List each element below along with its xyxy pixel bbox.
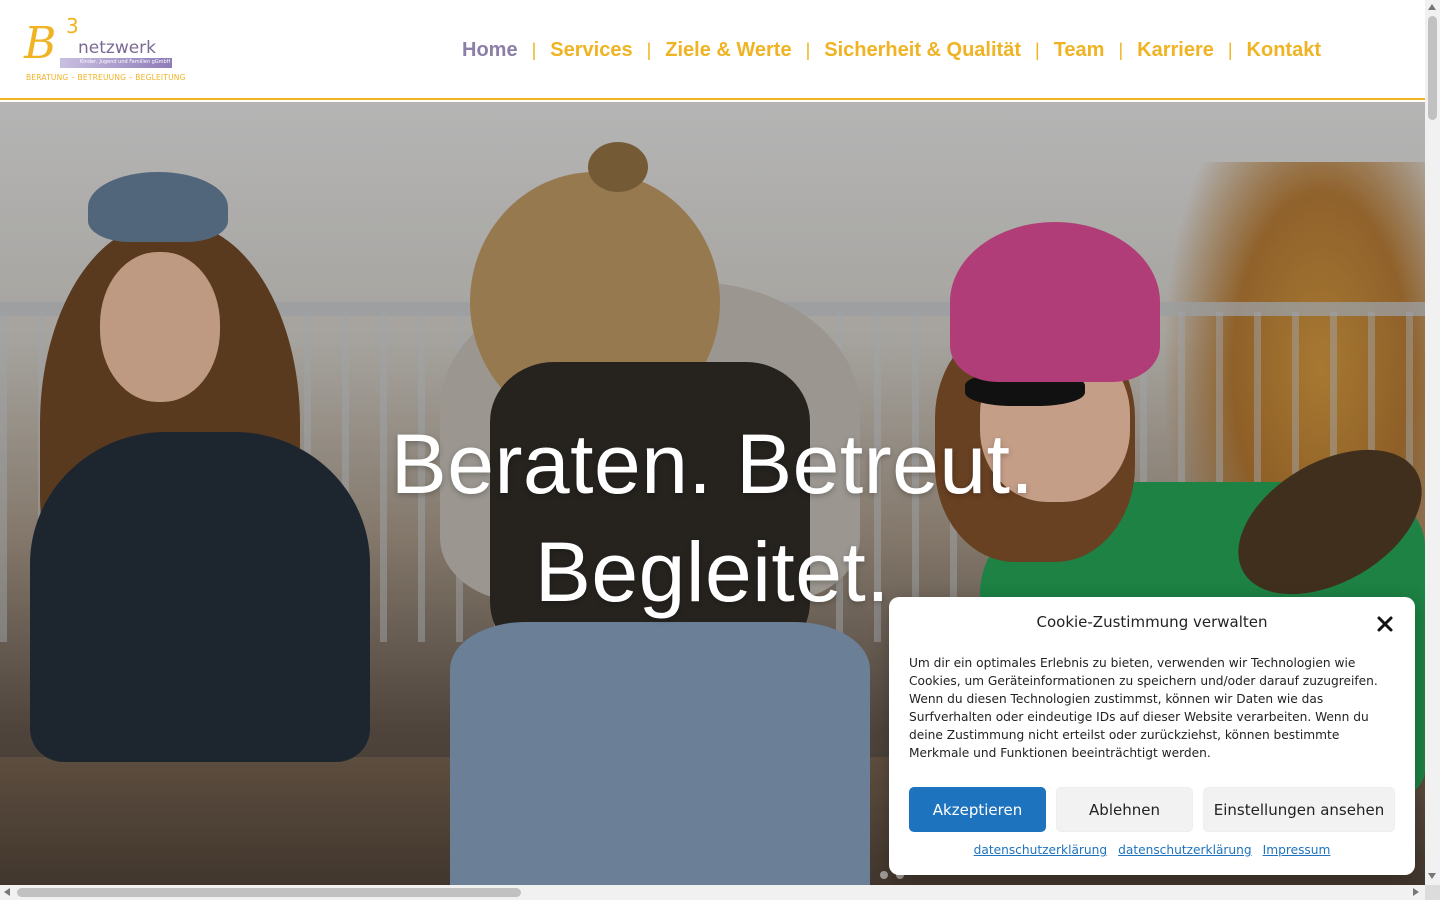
logo-tagline: BERATUNG – BETREUUNG – BEGLEITUNG [26, 73, 186, 82]
privacy-policy-link[interactable]: datenschutzerklärung [974, 843, 1108, 857]
vertical-scrollbar[interactable] [1425, 0, 1440, 885]
logo-letter: B [24, 18, 57, 69]
nav-separator: | [531, 39, 537, 60]
main-nav: Home | Services | Ziele & Werte | Sicher… [452, 36, 1331, 64]
nav-separator: | [1118, 39, 1124, 60]
deny-button[interactable]: Ablehnen [1056, 787, 1193, 832]
slider-dot[interactable] [880, 871, 888, 879]
nav-item-kontakt[interactable]: Kontakt [1237, 39, 1331, 62]
nav-item-sicherheit-qualitaet[interactable]: Sicherheit & Qualität [814, 39, 1031, 62]
vertical-scrollbar-thumb[interactable] [1428, 16, 1437, 120]
scroll-left-arrow-icon[interactable] [4, 888, 10, 896]
scroll-right-arrow-icon[interactable] [1413, 888, 1419, 896]
hero-title-line-1: Beraten. Betreut. [390, 417, 1035, 511]
nav-item-karriere[interactable]: Karriere [1127, 39, 1224, 62]
nav-separator: | [1227, 39, 1233, 60]
nav-item-home[interactable]: Home [452, 39, 528, 62]
scroll-down-arrow-icon[interactable] [1428, 873, 1436, 879]
logo-superscript: 3 [66, 14, 79, 38]
cookie-dialog-title: Cookie-Zustimmung verwalten [1036, 613, 1268, 631]
logo-word: netzwerk [78, 38, 157, 58]
hero-title: Beraten. Betreut. Begleitet. [0, 410, 1425, 626]
view-settings-button[interactable]: Einstellungen ansehen [1203, 787, 1395, 832]
nav-separator: | [1035, 39, 1040, 60]
logo-subline: Kinder, Jugend und Familien gGmbH [80, 59, 171, 65]
scrollbar-corner [1425, 885, 1440, 900]
accept-button[interactable]: Akzeptieren [909, 787, 1046, 832]
nav-item-team[interactable]: Team [1044, 39, 1115, 62]
scroll-up-arrow-icon[interactable] [1428, 4, 1436, 10]
cookie-consent-dialog: Cookie-Zustimmung verwalten Um dir ein o… [889, 597, 1415, 875]
horizontal-scrollbar[interactable] [0, 885, 1425, 900]
page: B 3 netzwerk Kinder, Jugend und Familien… [0, 0, 1425, 885]
nav-separator: | [805, 39, 811, 60]
horizontal-scrollbar-thumb[interactable] [17, 888, 521, 897]
nav-item-ziele-werte[interactable]: Ziele & Werte [655, 39, 801, 62]
cookie-dialog-links: datenschutzerklärung datenschutzerklärun… [889, 843, 1415, 857]
privacy-policy-link-2[interactable]: datenschutzerklärung [1118, 843, 1252, 857]
close-icon[interactable] [1372, 611, 1398, 637]
site-header: B 3 netzwerk Kinder, Jugend und Familien… [0, 0, 1425, 100]
site-logo[interactable]: B 3 netzwerk Kinder, Jugend und Familien… [24, 14, 185, 84]
imprint-link[interactable]: Impressum [1263, 843, 1331, 857]
nav-item-services[interactable]: Services [540, 39, 642, 62]
cookie-dialog-text: Um dir ein optimales Erlebnis zu bieten,… [909, 656, 1378, 760]
nav-separator: | [646, 39, 652, 60]
